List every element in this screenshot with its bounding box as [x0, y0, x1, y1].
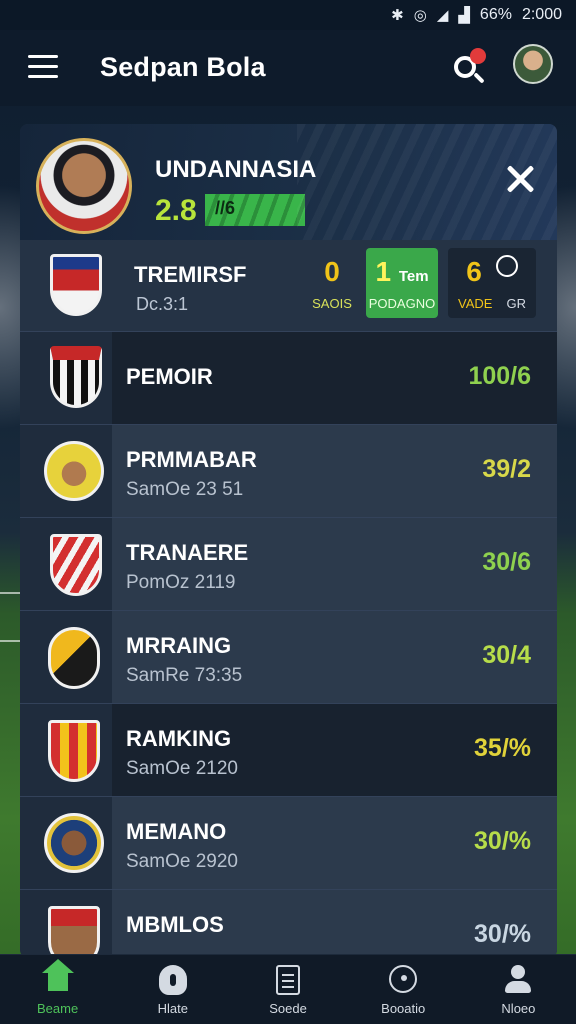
featured-player-header: UNDANNASIA 2.8 //6: [20, 124, 557, 240]
list-item[interactable]: TRANAERE PomOz 2119 30/6: [20, 518, 557, 611]
item-score: 35/%: [474, 734, 531, 762]
team-crest: [48, 906, 104, 958]
item-name: PRMMABAR: [126, 447, 257, 472]
item-score: 30/4: [482, 641, 531, 669]
list-item[interactable]: PEMOIR 100/6: [20, 332, 557, 425]
close-icon[interactable]: [505, 164, 535, 194]
player-avatar: [36, 138, 132, 234]
team-crest: [50, 254, 106, 316]
mic-icon: [158, 965, 187, 995]
battery-percent: 66%: [479, 6, 512, 23]
item-name: RAMKING: [126, 726, 232, 751]
item-subtitle: SamOe 2920: [126, 851, 238, 872]
list-item[interactable]: MBMLOS 30/%: [20, 890, 557, 958]
item-subtitle: SamRe 73:35: [126, 665, 243, 686]
ball-icon: [495, 255, 518, 277]
nav-booatio[interactable]: Booatio: [346, 955, 461, 1024]
menu-icon[interactable]: [28, 55, 58, 79]
home-icon: [41, 959, 74, 991]
nav-home[interactable]: Beame: [0, 955, 115, 1024]
list-item[interactable]: PRMMABAR SamOe 23 51 39/2: [20, 425, 557, 518]
team-crest: [48, 627, 104, 689]
vibrate-icon: ◎: [413, 7, 427, 24]
item-score: 39/2: [482, 455, 531, 483]
status-bar: ✱ ◎ ◢ ▟ 66% 2:000: [0, 0, 576, 30]
item-subtitle: SamOe 2120: [126, 758, 238, 779]
item-score: 30/%: [474, 827, 531, 855]
notification-dot: [470, 48, 486, 64]
item-name: MBMLOS: [126, 912, 224, 937]
featured-badge: //6: [205, 194, 305, 226]
pitch-line: [0, 640, 20, 642]
bluetooth-icon: ✱: [391, 7, 404, 24]
item-name: TRANAERE: [126, 540, 249, 565]
clock: 2:000: [521, 6, 562, 23]
match-subtitle: Dc.3:1: [136, 294, 189, 314]
stat-saois[interactable]: 0 SAOIS: [296, 248, 368, 318]
item-name: MRRAING: [126, 633, 232, 658]
nav-soede[interactable]: Soede: [230, 955, 345, 1024]
featured-score: 2.8: [155, 194, 197, 227]
profile-icon: [503, 965, 533, 995]
nav-nloeo[interactable]: Nloeo: [461, 955, 576, 1024]
item-score: 30/%: [474, 920, 531, 948]
item-subtitle: PomOz 2119: [126, 572, 236, 593]
team-crest: [48, 720, 104, 782]
item-score: 100/6: [468, 362, 531, 390]
bottom-navigation: Beame Hlate Soede Booatio Nloeo: [0, 954, 576, 1024]
nav-hlate[interactable]: Hlate: [115, 955, 230, 1024]
item-name: MEMANO: [126, 819, 227, 844]
player-avatar: [44, 813, 104, 875]
list-item[interactable]: MRRAING SamRe 73:35 30/4: [20, 611, 557, 704]
stat-vade[interactable]: 6 VADE GR: [448, 248, 536, 318]
wifi-icon: ◢: [436, 7, 449, 24]
signal-icon: ▟: [458, 7, 470, 24]
team-crest: [50, 346, 106, 408]
player-avatar: [44, 441, 104, 503]
stat-podagno[interactable]: 1 Tem PODAGNO: [366, 248, 438, 318]
main-card: UNDANNASIA 2.8 //6 TREMIRSF Dc.3:1 0 SAO…: [20, 124, 557, 958]
team-crest: [50, 534, 106, 596]
match-summary-row[interactable]: TREMIRSF Dc.3:1 0 SAOIS 1 Tem PODAGNO 6 …: [20, 240, 557, 332]
list-item[interactable]: MEMANO SamOe 2920 30/%: [20, 797, 557, 890]
app-bar: Sedpan Bola: [0, 30, 576, 106]
search-button[interactable]: [452, 48, 488, 86]
location-icon: [389, 965, 418, 993]
user-avatar[interactable]: [513, 44, 553, 84]
item-name: PEMOIR: [126, 364, 213, 389]
featured-name: UNDANNASIA: [155, 156, 317, 183]
document-icon: [276, 965, 300, 995]
app-title: Sedpan Bola: [100, 52, 266, 82]
item-score: 30/6: [482, 548, 531, 576]
match-title: TREMIRSF: [134, 262, 247, 287]
item-subtitle: SamOe 23 51: [126, 479, 244, 500]
list-item[interactable]: RAMKING SamOe 2120 35/%: [20, 704, 557, 797]
